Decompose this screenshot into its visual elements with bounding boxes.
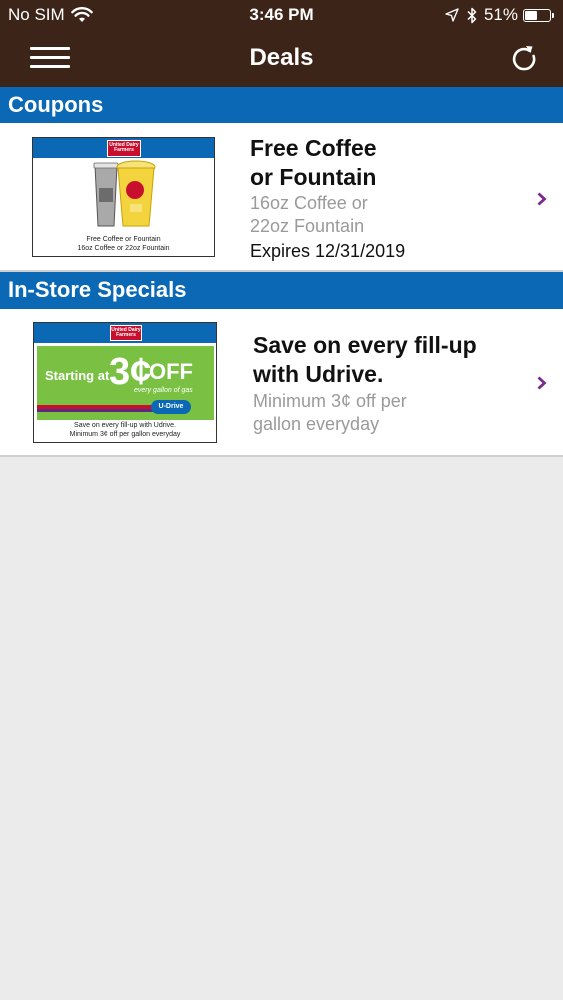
nav-bar: No SIM 3:46 PM 51% Deals [0,0,563,87]
battery-percent: 51% [483,5,518,24]
udf-logo: United Dairy Farmers [107,140,141,157]
deal-subtitle: Minimum 3¢ off per gallon everyday [253,391,407,434]
location-arrow-icon [445,8,459,22]
battery-tip [552,12,554,18]
empty-content-area [0,457,563,1000]
chevron-right-icon[interactable] [536,191,548,207]
battery-icon [523,8,551,22]
section-header-coupons: Coupons [0,87,563,123]
status-bar: No SIM 3:46 PM 51% [0,0,563,30]
deal-title: Free Coffee or Fountain [250,135,377,190]
section-header-in-store-specials: In-Store Specials [0,272,563,309]
promo-image-caption: Save on every fill-up with Udrive. Minim… [69,422,181,438]
chevron-right-icon[interactable] [536,375,548,391]
promo-amount: 3¢ [109,351,152,393]
battery-level [525,10,537,20]
coupon-image: United Dairy Farmers Free Coffee or Foun… [32,137,215,257]
promo-stripe-secondary [37,409,157,412]
promo-green-panel: Starting at 3¢ OFF every gallon of gas U… [37,346,214,420]
deal-title: Save on every fill-up with Udrive. [253,332,477,387]
promo-off: OFF [149,359,193,384]
deal-row-udrive[interactable]: United Dairy Farmers Starting at 3¢ OFF … [0,309,563,457]
coupon-image-caption: Free Coffee or Fountain 16oz Coffee or 2… [77,236,170,252]
fountain-drink-graphic [116,160,156,227]
deal-row-free-coffee[interactable]: United Dairy Farmers Free Coffee or Foun… [0,123,563,272]
deal-subtitle: 16oz Coffee or 22oz Fountain [250,193,368,236]
udrive-badge: U-Drive [151,400,191,414]
status-right: 51% [445,5,554,25]
refresh-icon[interactable] [508,42,540,74]
bluetooth-icon [467,7,477,23]
udf-logo: United Dairy Farmers [110,325,142,341]
deal-expiration: Expires 12/31/2019 [250,241,406,261]
page-title: Deals [249,44,314,71]
promo-subline: every gallon of gas [134,387,193,394]
promo-start-text: Starting at [45,368,110,383]
gas-promo-image: United Dairy Farmers Starting at 3¢ OFF … [33,322,217,443]
